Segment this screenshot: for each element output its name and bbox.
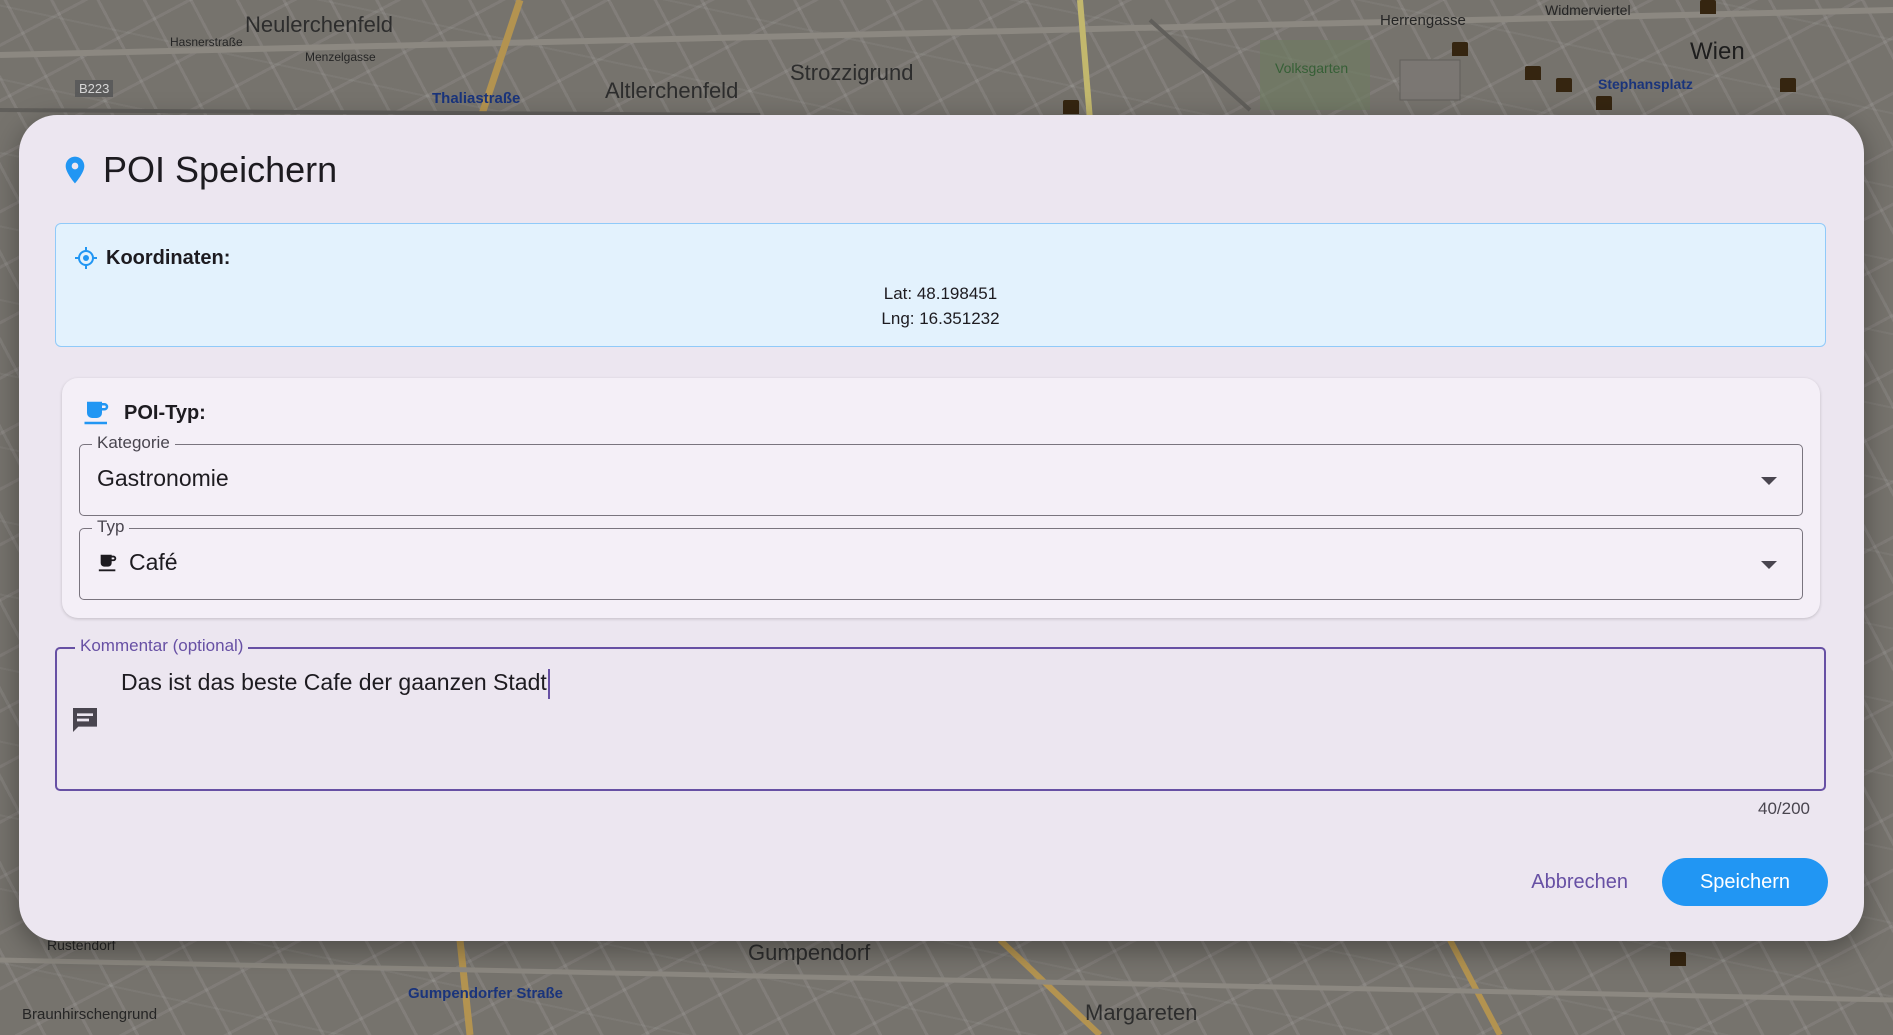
category-select[interactable]: Kategorie Gastronomie (79, 433, 1803, 516)
category-select-label: Kategorie (92, 433, 175, 453)
location-pin-icon (65, 156, 85, 184)
poi-type-label: POI-Typ: (124, 401, 206, 424)
coffee-cup-icon (98, 554, 117, 571)
dialog-title: POI Speichern (103, 149, 338, 190)
dialog-header: POI Speichern (59, 149, 337, 191)
comment-input-text[interactable]: Das ist das beste Cafe der gaanzen Stadt (121, 669, 550, 699)
type-select-value: Café (97, 549, 178, 576)
gps-target-icon (75, 247, 97, 269)
comment-label: Kommentar (optional) (75, 636, 249, 656)
comment-value: Das ist das beste Cafe der gaanzen Stadt (121, 669, 547, 696)
longitude-value: Lng: 16.351232 (881, 309, 1000, 328)
type-select[interactable]: Typ Café (79, 517, 1803, 600)
coordinates-header: Koordinaten: (74, 246, 230, 270)
coordinates-label: Koordinaten: (106, 246, 231, 269)
comment-icon (73, 708, 97, 732)
coordinates-values: Lat: 48.198451 Lng: 16.351232 (56, 281, 1825, 331)
dialog-actions: Abbrechen Speichern (1519, 858, 1828, 906)
latitude-value: Lat: 48.198451 (883, 284, 998, 303)
poi-type-header: POI-Typ: (82, 398, 206, 428)
type-select-label: Typ (92, 517, 130, 537)
save-button[interactable]: Speichern (1662, 858, 1828, 906)
poi-type-card: POI-Typ: Kategorie Gastronomie Typ Café (62, 378, 1820, 618)
poi-save-dialog: POI Speichern Koordinaten: Lat: 48.19845… (19, 115, 1864, 941)
text-cursor (547, 669, 550, 699)
coffee-cup-icon (84, 401, 109, 425)
category-select-value: Gastronomie (97, 465, 229, 492)
type-value-text: Café (129, 549, 178, 575)
character-counter: 40/200 (1758, 799, 1810, 818)
category-value-text: Gastronomie (97, 465, 229, 491)
coordinates-panel: Koordinaten: Lat: 48.198451 Lng: 16.3512… (55, 223, 1826, 347)
comment-textarea[interactable]: Kommentar (optional) Das ist das beste C… (55, 636, 1826, 791)
chevron-down-icon[interactable] (1761, 561, 1777, 569)
cancel-button[interactable]: Abbrechen (1519, 861, 1640, 904)
chevron-down-icon[interactable] (1761, 477, 1777, 485)
